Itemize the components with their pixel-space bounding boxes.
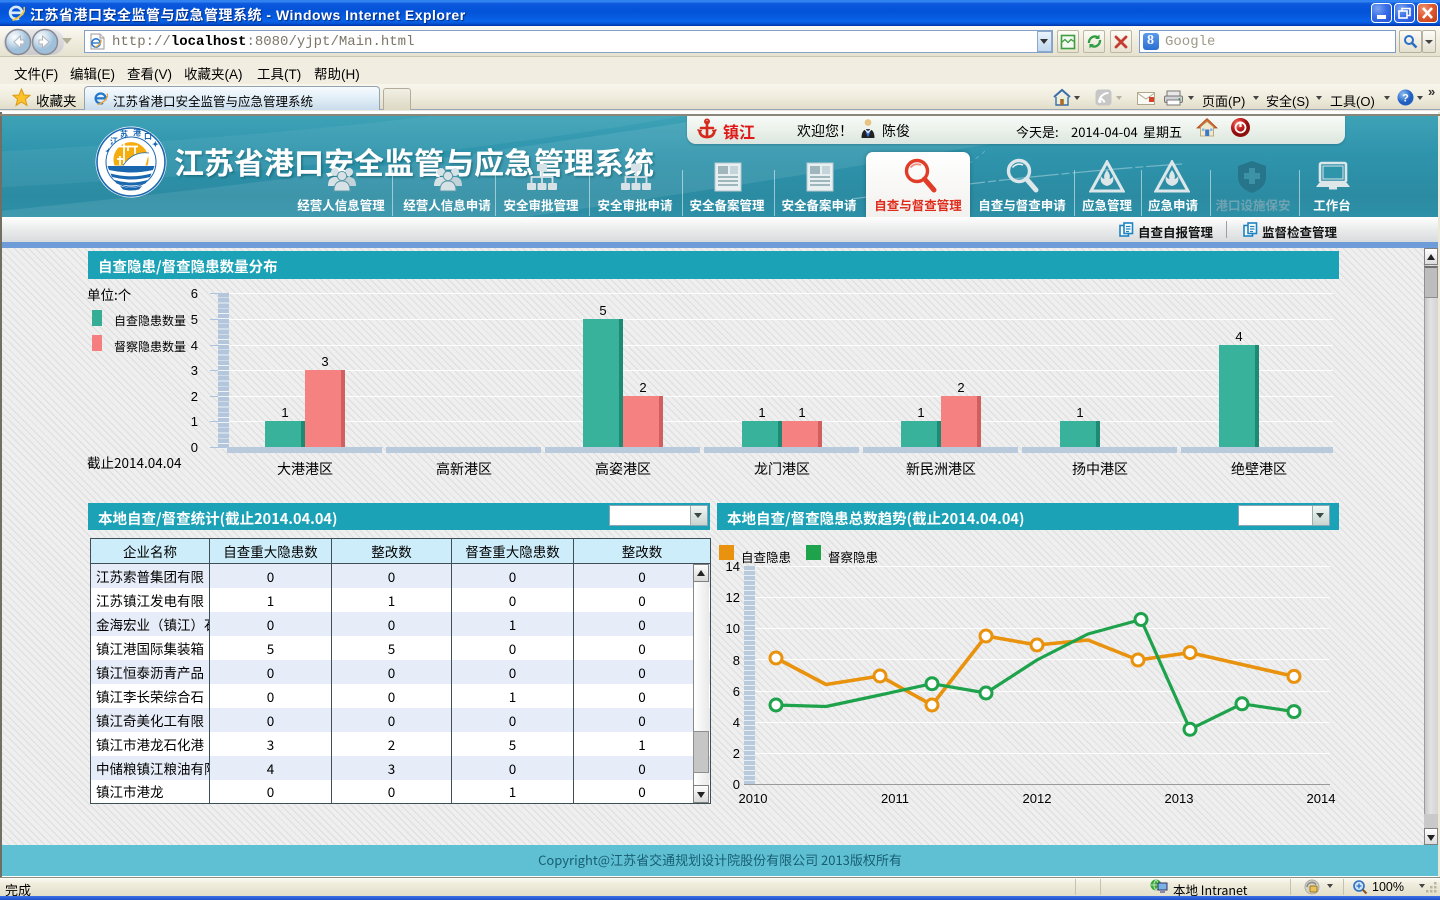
svg-text:口: 口 [144, 131, 152, 142]
svg-text:✦: ✦ [152, 139, 159, 150]
svg-text:?: ? [1402, 93, 1409, 105]
